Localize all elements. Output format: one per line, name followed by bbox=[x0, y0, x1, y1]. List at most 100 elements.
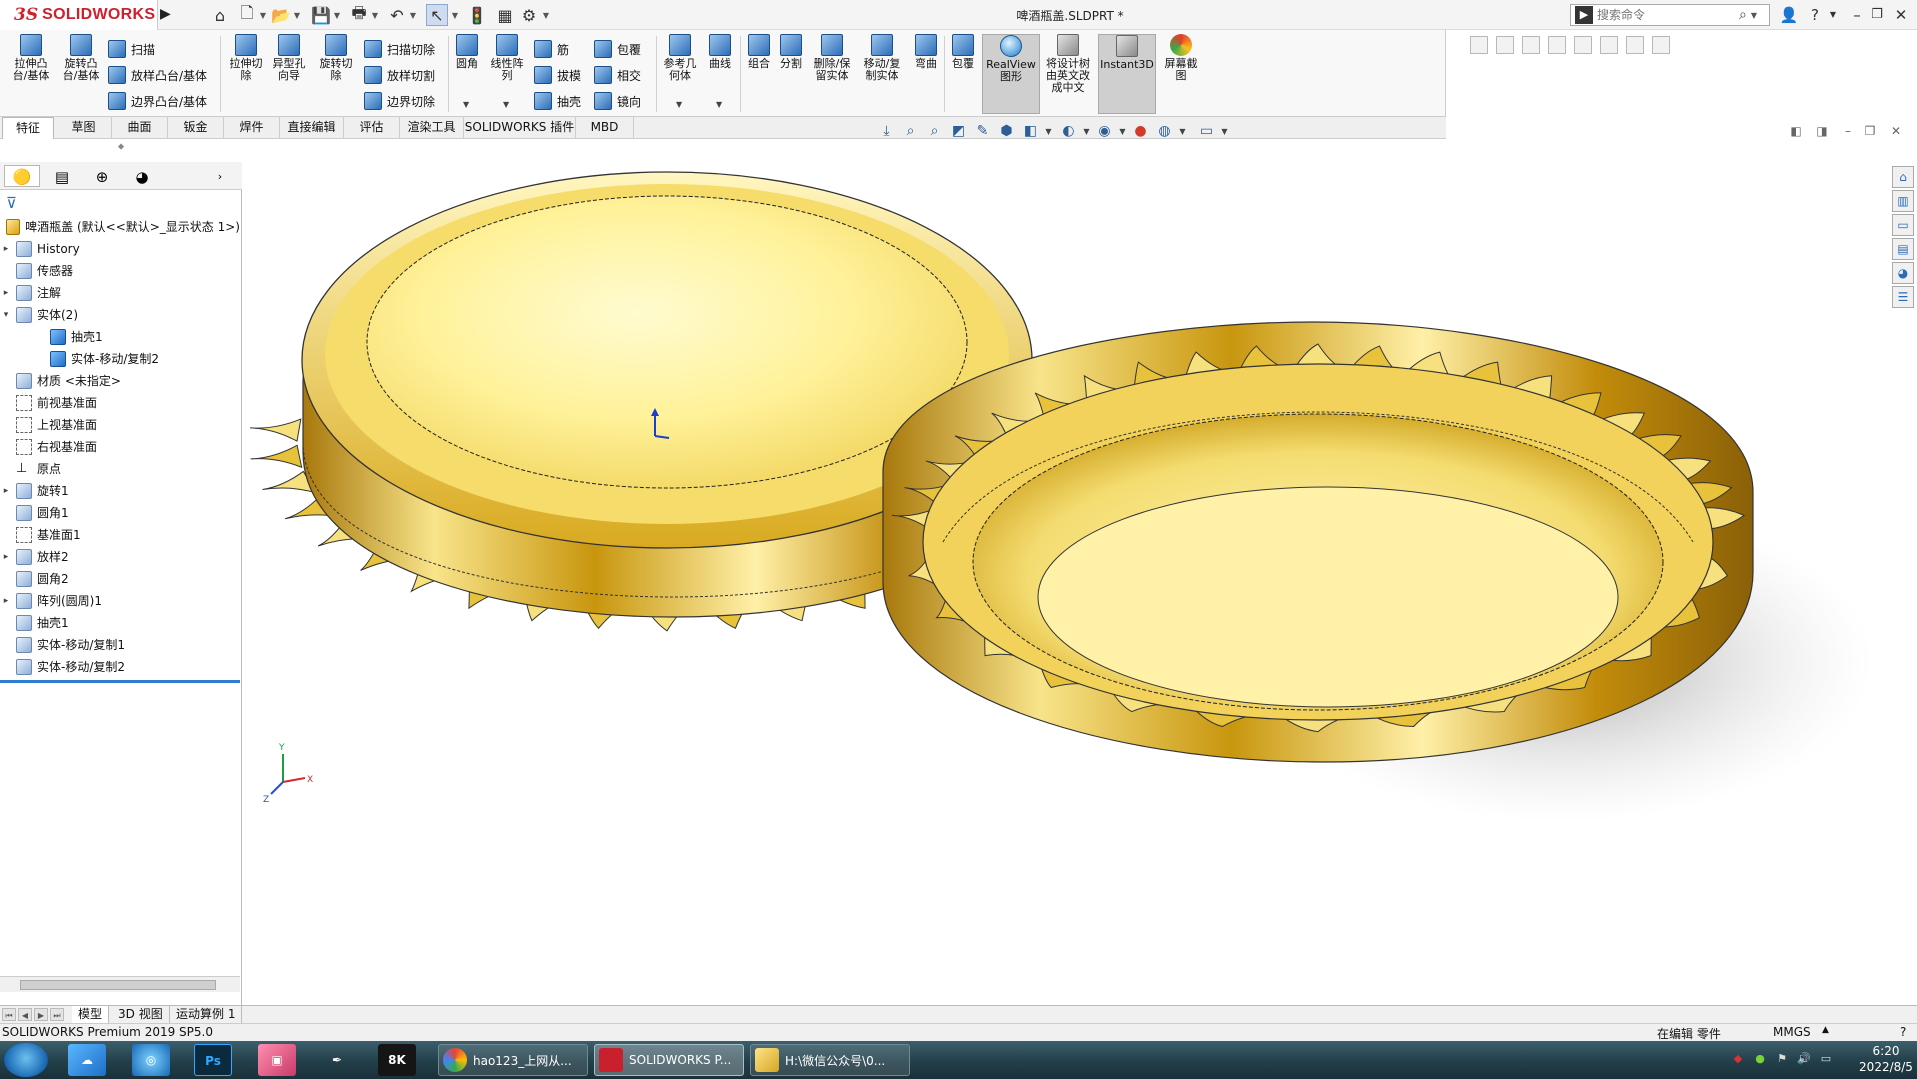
sweep-button[interactable]: 扫描 bbox=[108, 40, 155, 58]
tree-item-fillet1[interactable]: 圆角1 bbox=[0, 502, 240, 524]
reference-geometry-button[interactable]: 参考几何体 bbox=[660, 34, 700, 82]
tree-root[interactable]: 啤酒瓶盖 (默认<<默认>_显示状态 1>) bbox=[0, 216, 240, 238]
intersect-button[interactable]: 相交 bbox=[594, 66, 641, 84]
tree-item-fillet2[interactable]: 圆角2 bbox=[0, 568, 240, 590]
display-tray-icon[interactable]: ▭ bbox=[1818, 1052, 1834, 1068]
search-commands[interactable]: ▶ ⌕ ▼ bbox=[1570, 4, 1770, 26]
photoshop-icon[interactable]: Ps bbox=[194, 1044, 232, 1076]
file-properties-icon[interactable]: ▦ bbox=[494, 4, 516, 26]
configuration-manager-tab-icon[interactable]: ⊕ bbox=[84, 165, 120, 187]
user-account-icon[interactable]: 👤 bbox=[1778, 4, 1800, 26]
tab-sheet-metal[interactable]: 钣金 bbox=[168, 117, 224, 139]
solidworks-logo[interactable]: 3S SOLIDWORKS bbox=[0, 0, 158, 30]
options-dropdown-icon[interactable]: ▼ bbox=[541, 4, 551, 26]
next-tab-icon[interactable]: ▶ bbox=[34, 1008, 48, 1021]
edit-appearance-icon[interactable]: ◉ bbox=[1096, 123, 1113, 140]
extrude-cut-button[interactable]: 拉伸切除 bbox=[226, 34, 266, 82]
instant3d-button[interactable]: Instant3D bbox=[1098, 34, 1156, 114]
tab-surfaces[interactable]: 曲面 bbox=[112, 117, 168, 139]
toolbar-tool-icon[interactable] bbox=[1522, 36, 1540, 54]
toolbar-tool-icon[interactable] bbox=[1470, 36, 1488, 54]
status-help-icon[interactable]: ? bbox=[1900, 1025, 1906, 1039]
save-dropdown-icon[interactable]: ▼ bbox=[332, 4, 342, 26]
hide-show-dropdown-icon[interactable]: ▼ bbox=[1078, 123, 1095, 140]
motion-study-tab[interactable]: 运动算例 1 bbox=[170, 1006, 243, 1024]
tree-item-sensors[interactable]: 传感器 bbox=[0, 260, 240, 282]
tree-item-plane1[interactable]: 基准面1 bbox=[0, 524, 240, 546]
feature-tree-tab-icon[interactable]: 🟡 bbox=[4, 165, 40, 187]
section-view-icon[interactable]: ◩ bbox=[950, 123, 967, 140]
tree-item-origin[interactable]: ⊥ 原点 bbox=[0, 458, 240, 480]
ok-app-icon[interactable]: 8K bbox=[378, 1044, 416, 1076]
file-explorer-icon[interactable]: ▭ bbox=[1892, 214, 1914, 236]
feather-app-icon[interactable]: ✒ bbox=[318, 1044, 356, 1076]
shell-button[interactable]: 抽壳 bbox=[534, 92, 581, 110]
browser-icon[interactable]: ◎ bbox=[132, 1044, 170, 1076]
home-icon[interactable]: ⌂ bbox=[208, 4, 232, 26]
network-tray-icon[interactable]: ● bbox=[1752, 1052, 1768, 1068]
taskbar-explorer-folder[interactable]: H:\微信公众号\0... bbox=[750, 1044, 910, 1076]
hole-wizard-button[interactable]: 异型孔向导 bbox=[270, 34, 308, 82]
wrap-button[interactable]: 包覆 bbox=[594, 40, 641, 58]
model-view[interactable]: Y X Z bbox=[243, 142, 1883, 1005]
tree-item-right-plane[interactable]: 右视基准面 bbox=[0, 436, 240, 458]
select-icon[interactable]: ↖ bbox=[426, 4, 448, 26]
tree-item-body-shell1[interactable]: 抽壳1 bbox=[0, 326, 240, 348]
revolve-boss-button[interactable]: 旋转凸台/基体 bbox=[58, 34, 104, 82]
tree-item-move-copy2[interactable]: 实体-移动/复制2 bbox=[0, 656, 240, 678]
search-icon[interactable]: ⌕ bbox=[1739, 7, 1747, 23]
model-tab[interactable]: 模型 bbox=[72, 1006, 110, 1024]
translate-tree-button[interactable]: 将设计树由英文改成中文 bbox=[1042, 34, 1094, 94]
revolve-cut-button[interactable]: 旋转切除 bbox=[316, 34, 356, 82]
pattern-dropdown-icon[interactable]: ▼ bbox=[503, 100, 509, 109]
volume-tray-icon[interactable]: 🔊 bbox=[1796, 1052, 1812, 1068]
toolbar-tool-icon[interactable] bbox=[1600, 36, 1618, 54]
boundary-cut-button[interactable]: 边界切除 bbox=[364, 92, 435, 110]
undo-icon[interactable]: ↶ bbox=[386, 4, 408, 26]
curves-dropdown-icon[interactable]: ▼ bbox=[716, 100, 722, 109]
appearance-dropdown-icon[interactable]: ▼ bbox=[1114, 123, 1131, 140]
undo-dropdown-icon[interactable]: ▼ bbox=[408, 4, 418, 26]
tab-direct-editing[interactable]: 直接编辑 bbox=[280, 117, 344, 139]
print-icon[interactable]: 🖶 bbox=[348, 3, 370, 26]
last-tab-icon[interactable]: ⏭ bbox=[50, 1008, 64, 1021]
swept-cut-button[interactable]: 扫描切除 bbox=[364, 40, 435, 58]
tree-item-shell1[interactable]: 抽壳1 bbox=[0, 612, 240, 634]
zoom-to-fit-icon[interactable]: ⤓ bbox=[878, 123, 895, 140]
tree-item-material[interactable]: 材质 <未指定> bbox=[0, 370, 240, 392]
display-monitor-icon[interactable]: ▭ bbox=[1198, 123, 1215, 140]
curves-button[interactable]: 曲线 bbox=[704, 34, 736, 70]
tree-item-circular-pattern1[interactable]: ▸ 阵列(圆周)1 bbox=[0, 590, 240, 612]
unit-system-selector[interactable]: MMGS bbox=[1773, 1025, 1811, 1039]
tab-solidworks-addins[interactable]: SOLIDWORKS 插件 bbox=[464, 117, 576, 139]
scrollbar-thumb[interactable] bbox=[20, 980, 216, 990]
viewport-minimize-icon[interactable]: – bbox=[1840, 124, 1856, 140]
loft-boss-button[interactable]: 放样凸台/基体 bbox=[108, 66, 207, 84]
search-input[interactable] bbox=[1597, 8, 1737, 22]
view-palette-icon[interactable]: ▤ bbox=[1892, 238, 1914, 260]
wrap-large-button[interactable]: 包覆 bbox=[948, 34, 978, 70]
save-icon[interactable]: 💾 bbox=[310, 4, 332, 26]
minimize-window-button[interactable]: – bbox=[1846, 4, 1868, 26]
traffic-light-icon[interactable]: 🚦 bbox=[466, 4, 488, 26]
open-dropdown-icon[interactable]: ▼ bbox=[292, 4, 302, 26]
boundary-boss-button[interactable]: 边界凸台/基体 bbox=[108, 92, 207, 110]
viewport-close-icon[interactable]: ✕ bbox=[1888, 124, 1904, 140]
restore-window-button[interactable]: ❐ bbox=[1866, 4, 1888, 26]
system-clock[interactable]: 6:20 2022/8/5 bbox=[1858, 1043, 1914, 1075]
toolbar-tool-icon[interactable] bbox=[1652, 36, 1670, 54]
solidworks-resources-icon[interactable]: ⌂ bbox=[1892, 166, 1914, 188]
toolbar-tool-icon[interactable] bbox=[1626, 36, 1644, 54]
previous-view-icon[interactable]: ⌕ bbox=[926, 123, 943, 140]
3d-view-tab[interactable]: 3D 视图 bbox=[112, 1006, 170, 1024]
screen-capture-button[interactable]: 屏幕截图 bbox=[1160, 34, 1202, 82]
view-settings-icon[interactable]: ◍ bbox=[1156, 123, 1173, 140]
tab-sketch[interactable]: 草图 bbox=[56, 117, 112, 139]
delete-keep-body-button[interactable]: 删除/保留实体 bbox=[810, 34, 854, 82]
tab-mbd[interactable]: MBD bbox=[576, 117, 634, 139]
dynamic-annotation-icon[interactable]: ✎ bbox=[974, 123, 991, 140]
select-dropdown-icon[interactable]: ▼ bbox=[450, 4, 460, 26]
fillet-button[interactable]: 圆角 bbox=[452, 34, 482, 70]
flag-tray-icon[interactable]: ⚑ bbox=[1774, 1052, 1790, 1068]
start-button[interactable] bbox=[4, 1043, 48, 1077]
